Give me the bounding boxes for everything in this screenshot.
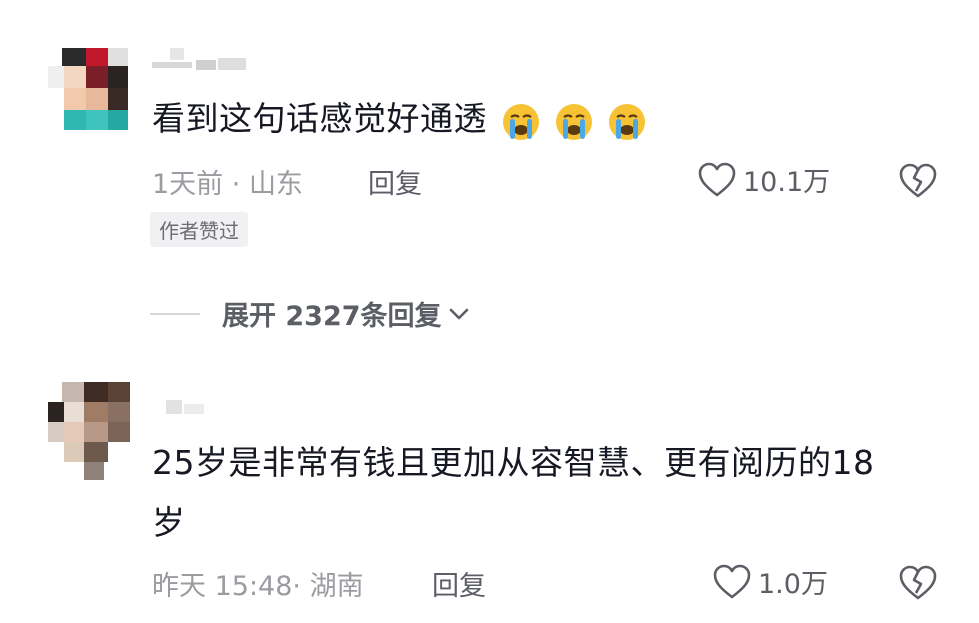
heart-outline-icon xyxy=(698,162,736,196)
meta-separator: · xyxy=(292,571,310,602)
author-liked-badge: 作者赞过 xyxy=(150,212,248,247)
comment-body-line-1: 25岁是非常有钱且更加从容智慧、更有阅历的18 xyxy=(152,443,875,482)
reply-button[interactable]: 回复 xyxy=(432,564,486,603)
crying-face-emoji-icon xyxy=(503,103,539,140)
crying-face-emoji-icon xyxy=(556,103,592,140)
comment-text: 25岁是非常有钱且更加从容智慧、更有阅历的18 岁 xyxy=(152,440,874,546)
avatar[interactable] xyxy=(48,382,132,482)
broken-heart-icon xyxy=(899,163,937,198)
dislike-button[interactable] xyxy=(898,564,938,606)
comment-body: 看到这句话感觉好通透 xyxy=(152,99,487,138)
comment-location: 山东 xyxy=(248,169,303,200)
expand-replies-button[interactable]: 展开 2327条回复 xyxy=(150,294,472,333)
comment-time: 1天前 xyxy=(152,169,224,200)
comment-time: 昨天 15:48 xyxy=(152,571,293,602)
divider-line xyxy=(150,312,200,315)
heart-outline-icon xyxy=(713,564,751,598)
expand-replies-label: 展开 2327条回复 xyxy=(222,301,442,332)
broken-heart-icon xyxy=(899,565,937,600)
emoji-group xyxy=(489,99,648,140)
meta-separator: · xyxy=(223,169,249,200)
dislike-button[interactable] xyxy=(898,162,938,204)
comment-meta: 1天前 · 山东 xyxy=(152,162,303,201)
crying-face-emoji-icon xyxy=(609,103,645,140)
like-button[interactable]: 10.1万 xyxy=(697,160,830,199)
like-button[interactable]: 1.0万 xyxy=(712,562,828,601)
comment-meta: 昨天 15:48· 湖南 xyxy=(152,564,364,603)
username[interactable] xyxy=(152,398,212,420)
comment-text: 看到这句话感觉好通透 xyxy=(152,96,648,142)
chevron-down-icon xyxy=(449,308,468,319)
like-count: 10.1万 xyxy=(743,167,831,198)
reply-button[interactable]: 回复 xyxy=(368,162,422,201)
username[interactable] xyxy=(152,48,248,76)
avatar[interactable] xyxy=(48,48,132,132)
comment-location: 湖南 xyxy=(309,571,364,602)
comment-body-line-2: 岁 xyxy=(152,503,186,542)
like-count: 1.0万 xyxy=(758,569,828,600)
